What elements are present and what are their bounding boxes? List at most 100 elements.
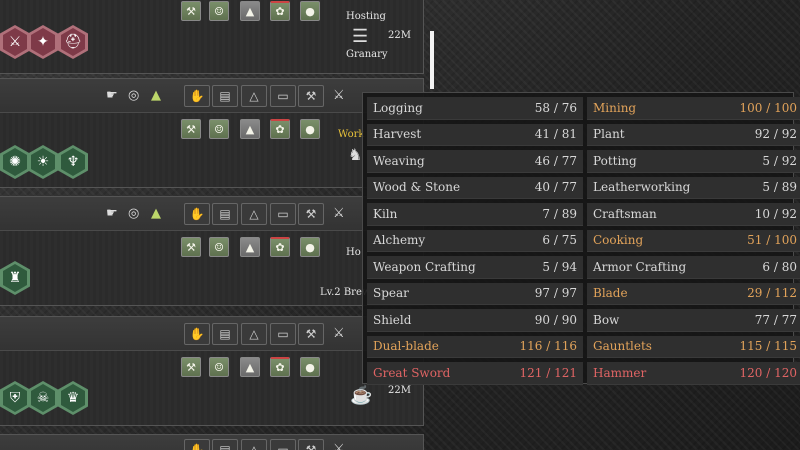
tool-hand-icon[interactable]: ✋ — [184, 439, 210, 450]
skill-value: 120 / 120 — [739, 365, 797, 380]
panel-header: ✋ ▤ △ ▭ ⚒ ⚔ — [0, 317, 423, 351]
cooking-pot-icon[interactable]: ☕ — [350, 385, 372, 406]
skill-value: 29 / 112 — [747, 286, 797, 301]
hex-skill-icon[interactable]: ✦ — [28, 25, 58, 59]
tool-hand-icon[interactable]: ✋ — [184, 203, 210, 225]
eye-scan-icon[interactable]: ☛ — [106, 88, 118, 103]
portrait-job-icon[interactable]: ☺ — [209, 119, 229, 139]
skill-value: 46 / 77 — [534, 153, 577, 168]
skill-value: 97 / 97 — [534, 286, 577, 301]
skill-name: Cooking — [593, 233, 644, 248]
herb-icon[interactable]: ✿ — [270, 119, 290, 139]
crossed-swords-icon[interactable]: ⚔ — [333, 326, 345, 341]
skill-row: Kiln 7 / 89 — [367, 203, 583, 226]
tool-triangle-icon[interactable]: △ — [241, 203, 267, 225]
skill-name: Plant — [593, 127, 625, 142]
facility-name: Granary — [346, 49, 388, 60]
skill-name: Dual-blade — [373, 339, 439, 354]
skill-name: Kiln — [373, 206, 398, 221]
tool-triangle-icon[interactable]: △ — [241, 439, 267, 450]
anvil-icon[interactable]: ▲ — [240, 237, 260, 257]
hex-boot-icon[interactable]: ♜ — [0, 261, 30, 295]
skill-row: Gauntlets 115 / 115 — [587, 335, 800, 358]
skill-row: Bow 77 / 77 — [587, 309, 800, 332]
crossed-swords-icon[interactable]: ⚔ — [333, 88, 345, 103]
portrait-job-icon[interactable]: ☺ — [209, 237, 229, 257]
hex-crest-icon[interactable]: ♛ — [58, 381, 88, 415]
skill-name: Shield — [373, 312, 412, 327]
hex-helmet-icon[interactable]: ⛑ — [58, 25, 88, 59]
craft-hammer-icon[interactable]: ⚒ — [181, 119, 201, 139]
tool-triangle-icon[interactable]: △ — [241, 85, 267, 107]
water-drop-icon[interactable]: ● — [300, 1, 320, 21]
worker-icon[interactable]: ♞ — [348, 145, 362, 164]
panel-header: ☛ ◎ ▲ ✋ ▤ △ ▭ ⚒ ⚔ — [0, 197, 423, 231]
tool-book-icon[interactable]: ▤ — [212, 439, 238, 450]
skill-name: Weapon Crafting — [373, 259, 476, 274]
craft-hammer-icon[interactable]: ⚒ — [181, 357, 201, 377]
skill-value: 90 / 90 — [534, 312, 577, 327]
eye-hide-icon[interactable]: ◎ — [128, 88, 139, 103]
tool-book-icon[interactable]: ▤ — [212, 85, 238, 107]
portrait-job-icon[interactable]: ☺ — [209, 357, 229, 377]
crossed-swords-icon[interactable]: ⚔ — [333, 206, 345, 221]
tool-card-icon[interactable]: ▭ — [270, 439, 296, 450]
hex-skull-icon[interactable]: ☠ — [28, 381, 58, 415]
herb-icon[interactable]: ✿ — [270, 357, 290, 377]
eye-hide-icon[interactable]: ◎ — [128, 206, 139, 221]
anvil-icon[interactable]: ▲ — [240, 357, 260, 377]
tent-icon[interactable]: ▲ — [151, 88, 161, 103]
tool-hand-icon[interactable]: ✋ — [184, 323, 210, 345]
skill-row: Leatherworking 5 / 89 — [587, 176, 800, 199]
hex-gear-icon[interactable]: ✺ — [0, 145, 30, 179]
tool-card-icon[interactable]: ▭ — [270, 203, 296, 225]
anvil-icon[interactable]: ▲ — [240, 1, 260, 21]
hex-sun-icon[interactable]: ☀ — [28, 145, 58, 179]
water-drop-icon[interactable]: ● — [300, 119, 320, 139]
craft-hammer-icon[interactable]: ⚒ — [181, 237, 201, 257]
tool-anvil-icon[interactable]: ⚒ — [298, 323, 324, 345]
tool-anvil-icon[interactable]: ⚒ — [298, 439, 324, 450]
crossed-swords-icon[interactable]: ⚔ — [333, 442, 345, 450]
character-panel-1: ⚒ ☺ ▲ ✿ ● ⚔ ✦ ⛑ Hosting ☰ 22M Granary — [0, 0, 424, 74]
eye-scan-icon[interactable]: ☛ — [106, 206, 118, 221]
herb-icon[interactable]: ✿ — [270, 237, 290, 257]
tent-icon[interactable]: ▲ — [151, 206, 161, 221]
tool-card-icon[interactable]: ▭ — [270, 323, 296, 345]
granary-icon[interactable]: ☰ — [352, 26, 368, 47]
skills-tooltip: Logging 58 / 76 Mining 100 / 100 Harvest 41 /… — [362, 92, 800, 385]
tool-triangle-icon[interactable]: △ — [241, 323, 267, 345]
tool-hand-icon[interactable]: ✋ — [184, 85, 210, 107]
herb-icon[interactable]: ✿ — [270, 1, 290, 21]
portrait-job-icon[interactable]: ☺ — [209, 1, 229, 21]
tool-book-icon[interactable]: ▤ — [212, 203, 238, 225]
skill-name: Mining — [593, 100, 637, 115]
skill-value: 5 / 92 — [762, 153, 797, 168]
skill-value: 100 / 100 — [739, 100, 797, 115]
anvil-icon[interactable]: ▲ — [240, 119, 260, 139]
facility-caption: Ho — [346, 247, 361, 258]
tool-anvil-icon[interactable]: ⚒ — [298, 85, 324, 107]
tool-book-icon[interactable]: ▤ — [212, 323, 238, 345]
facility-caption: Work — [338, 129, 365, 140]
skill-value: 58 / 76 — [534, 100, 577, 115]
water-drop-icon[interactable]: ● — [300, 237, 320, 257]
hex-torch-icon[interactable]: ♆ — [58, 145, 88, 179]
skill-row: Mining 100 / 100 — [587, 97, 800, 120]
character-panel-2: ☛ ◎ ▲ ✋ ▤ △ ▭ ⚒ ⚔ ⚒ ☺ ▲ ✿ ● ✺ ☀ ♆ Work ♞ — [0, 78, 424, 188]
scrollbar-thumb[interactable] — [430, 31, 434, 89]
skill-row: Great Sword 121 / 121 — [367, 362, 583, 385]
skill-row: Plant 92 / 92 — [587, 123, 800, 146]
tool-card-icon[interactable]: ▭ — [270, 85, 296, 107]
water-drop-icon[interactable]: ● — [300, 357, 320, 377]
skill-name: Spear — [373, 286, 409, 301]
skill-row: Blade 29 / 112 — [587, 282, 800, 305]
hex-shield-icon[interactable]: ⛨ — [0, 381, 30, 415]
skill-row: Wood & Stone 40 / 77 — [367, 176, 583, 199]
hex-sword-icon[interactable]: ⚔ — [0, 25, 30, 59]
skill-row: Cooking 51 / 100 — [587, 229, 800, 252]
skill-name: Gauntlets — [593, 339, 652, 354]
craft-hammer-icon[interactable]: ⚒ — [181, 1, 201, 21]
tool-anvil-icon[interactable]: ⚒ — [298, 203, 324, 225]
skill-name: Armor Crafting — [593, 259, 687, 274]
